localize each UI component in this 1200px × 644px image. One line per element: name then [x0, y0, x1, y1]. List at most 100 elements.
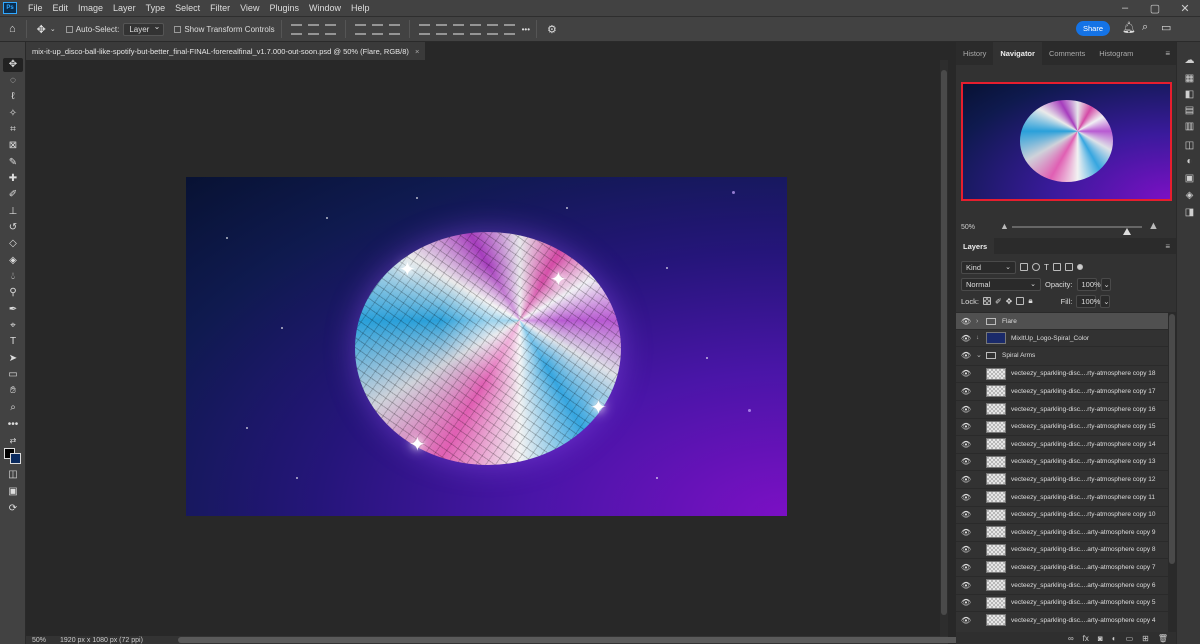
tab-navigator[interactable]: Navigator	[993, 42, 1042, 65]
move-tool-icon[interactable]: ✥	[37, 23, 46, 36]
minimize-icon[interactable]: –	[1110, 0, 1140, 16]
shape-filter-icon[interactable]	[1052, 263, 1061, 271]
eyedropper-icon[interactable]: ✎	[3, 156, 23, 170]
type-filter-icon[interactable]: T	[1044, 263, 1049, 272]
auto-select-target-dropdown[interactable]: Layer	[123, 22, 165, 36]
layer-row[interactable]: 👁︎ vecteezy_sparkling-disc....rty-atmosph…	[956, 488, 1168, 505]
magic-wand-icon[interactable]: ✧	[3, 107, 23, 121]
scroll-thumb[interactable]	[178, 637, 963, 643]
channels-icon[interactable]: ◈	[1184, 191, 1195, 201]
align-middle-icon[interactable]	[371, 23, 383, 35]
layer-row[interactable]: 👁︎ vecteezy_sparkling-disc....rty-atmosph…	[956, 505, 1168, 523]
lock-transparent-icon[interactable]	[982, 297, 991, 305]
visibility-eye-icon[interactable]: 👁︎	[956, 510, 976, 519]
move-tool-icon[interactable]: ✥	[3, 58, 23, 72]
visibility-eye-icon[interactable]: 👁︎	[956, 616, 976, 625]
menu-edit[interactable]: Edit	[48, 0, 74, 16]
tab-comments[interactable]: Comments	[1042, 42, 1092, 65]
new-group-icon[interactable]: ▭	[1126, 634, 1134, 643]
visibility-eye-icon[interactable]: 👁︎	[956, 493, 976, 502]
adjustment-filter-icon[interactable]	[1032, 263, 1040, 271]
align-left-icon[interactable]	[290, 23, 302, 35]
tab-histogram[interactable]: Histogram	[1092, 42, 1140, 65]
chevron-down-icon[interactable]: ⌄	[50, 25, 56, 33]
maximize-icon[interactable]: ▢	[1140, 0, 1170, 16]
auto-select-checkbox[interactable]	[65, 25, 73, 33]
add-mask-icon[interactable]: ◙	[1098, 634, 1103, 643]
swap-colors-icon[interactable]: ⇄	[3, 434, 23, 448]
lock-image-icon[interactable]: ✐	[995, 297, 1002, 306]
visibility-eye-icon[interactable]: 👁︎	[956, 422, 976, 431]
swatches-icon[interactable]: ▦	[1184, 74, 1195, 84]
chevron-down-icon[interactable]: ⌄	[1100, 294, 1111, 308]
close-tab-icon[interactable]: ×	[415, 47, 419, 56]
hand-tool-icon[interactable]: ✋︎	[3, 384, 23, 398]
opacity-field[interactable]: 100%	[1076, 277, 1101, 291]
navigator-preview[interactable]	[961, 82, 1172, 201]
home-icon[interactable]: ⌂	[9, 23, 16, 35]
layer-row[interactable]: 👁︎ vecteezy_sparkling-disc....arty-atmosp…	[956, 540, 1168, 558]
align-top-icon[interactable]	[354, 23, 366, 35]
rectangle-tool-icon[interactable]: ▭	[3, 368, 23, 382]
align-center-icon[interactable]	[307, 23, 319, 35]
clone-stamp-icon[interactable]: ⊥	[3, 205, 23, 219]
layer-row[interactable]: 👁︎ vecteezy_sparkling-disc....rty-atmosph…	[956, 382, 1168, 399]
menu-file[interactable]: File	[23, 0, 48, 16]
patterns-icon[interactable]: ▥	[1184, 122, 1195, 132]
fill-field[interactable]: 100%	[1076, 294, 1100, 308]
bell-icon[interactable]: 🔔︎	[1122, 21, 1136, 34]
quick-mask-icon[interactable]: ◫	[3, 468, 23, 482]
vertical-scrollbar[interactable]	[940, 60, 948, 636]
screen-mode-icon[interactable]: ▣	[3, 485, 23, 499]
layer-row[interactable]: 👁︎ ↓ MixItUp_Logo-Spiral_Color	[956, 329, 1168, 346]
chevron-right-icon[interactable]: ›	[976, 318, 986, 325]
paths-icon[interactable]: ◨	[1184, 208, 1195, 218]
panel-menu-icon[interactable]: ≡	[1165, 242, 1170, 251]
layer-row[interactable]: 👁︎ vecteezy_sparkling-disc....rty-atmosph…	[956, 435, 1168, 452]
align-right-icon[interactable]	[324, 23, 336, 35]
gradients-icon[interactable]: ▤	[1184, 106, 1195, 116]
layer-row[interactable]: 👁︎ vecteezy_sparkling-disc....rty-atmosph…	[956, 470, 1168, 487]
panel-menu-icon[interactable]: ≡	[1165, 49, 1170, 58]
navigator-zoom-value[interactable]: 50%	[961, 224, 975, 231]
layer-row[interactable]: 👁︎ vecteezy_sparkling-disc....arty-atmosp…	[956, 611, 1168, 628]
more-icon[interactable]: •••	[522, 25, 530, 34]
link-layers-icon[interactable]: ∞	[1068, 634, 1074, 643]
canvas-area[interactable]: ✦ ✦ ✦ ✦	[26, 60, 948, 636]
zoom-in-icon[interactable]: ▲	[1148, 220, 1159, 232]
layer-row[interactable]: 👁︎ vecteezy_sparkling-disc....rty-atmosph…	[956, 417, 1168, 435]
menu-filter[interactable]: Filter	[205, 0, 235, 16]
layer-row[interactable]: 👁︎ vecteezy_sparkling-disc....arty-atmosp…	[956, 523, 1168, 540]
visibility-eye-icon[interactable]: 👁︎	[956, 351, 976, 360]
visibility-eye-icon[interactable]: 👁︎	[956, 369, 976, 378]
paint-bucket-icon[interactable]: ◈	[3, 254, 23, 268]
visibility-eye-icon[interactable]: 👁︎	[956, 528, 976, 537]
adjustments-icon[interactable]: ◐	[1184, 157, 1195, 167]
visibility-eye-icon[interactable]: 👁︎	[956, 387, 976, 396]
visibility-eye-icon[interactable]: 👁︎	[956, 317, 976, 326]
more-tools-icon[interactable]: •••	[3, 418, 23, 432]
distribute-icon[interactable]	[503, 23, 515, 35]
scroll-thumb[interactable]	[941, 70, 947, 615]
adjustment-layer-icon[interactable]: ◐	[1112, 634, 1117, 643]
zoom-slider-knob[interactable]	[1123, 228, 1131, 235]
pen-tool-icon[interactable]: ⌖	[3, 319, 23, 333]
zoom-out-icon[interactable]: ▲	[1000, 221, 1009, 231]
layer-row[interactable]: 👁︎ vecteezy_sparkling-disc....arty-atmosp…	[956, 593, 1168, 611]
new-layer-icon[interactable]: ⊞	[1142, 634, 1149, 643]
layer-row[interactable]: 👁︎ vecteezy_sparkling-disc....rty-atmosph…	[956, 452, 1168, 470]
tab-history[interactable]: History	[956, 42, 993, 65]
layer-row[interactable]: 👁︎ vecteezy_sparkling-disc....rty-atmosph…	[956, 364, 1168, 382]
dodge-tool-icon[interactable]: ⚲	[3, 286, 23, 300]
menu-image[interactable]: Image	[73, 0, 108, 16]
distribute-icon[interactable]	[452, 23, 464, 35]
distribute-icon[interactable]	[435, 23, 447, 35]
delete-layer-icon[interactable]: 🗑︎	[1158, 634, 1168, 643]
menu-view[interactable]: View	[235, 0, 264, 16]
distribute-icon[interactable]	[469, 23, 481, 35]
search-icon[interactable]: ⌕	[1142, 21, 1148, 34]
marquee-tool-icon[interactable]: ◌	[3, 74, 23, 88]
visibility-eye-icon[interactable]: 👁︎	[956, 581, 976, 590]
tab-layers[interactable]: Layers	[956, 238, 995, 254]
brush-tool-icon[interactable]: ✐	[3, 188, 23, 202]
